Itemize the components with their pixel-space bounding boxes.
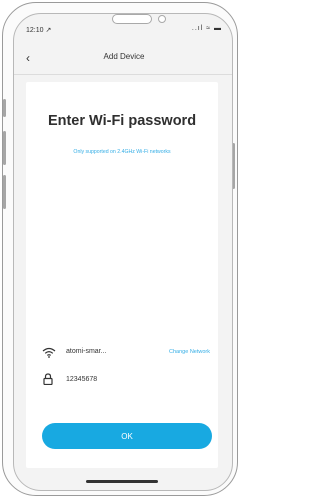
frequency-note: Only supported on 2.4GHz Wi-Fi networks [73,149,171,155]
change-network-link[interactable]: Change Network [169,349,210,355]
navigation-bar: ‹ Add Device [26,50,222,66]
wifi-icon [42,347,56,358]
wifi-network-row: atomi-smar... Change Network [42,346,210,360]
wifi-network-name: atomi-smar... [66,348,107,355]
nav-divider [14,74,232,75]
page-title: Add Device [103,52,145,61]
lock-icon [43,373,53,385]
volume-up-button [3,131,6,165]
volume-down-button [3,175,6,209]
status-icons: ..ıl ≈ ▬ [191,25,222,32]
content-card: Enter Wi-Fi password Only supported on 2… [26,82,218,468]
speaker-grille [112,14,152,24]
status-time: 12:10 ↗ [26,27,52,34]
mute-switch [3,99,6,117]
password-field[interactable] [64,372,210,386]
home-indicator [86,480,158,483]
status-bar: 12:10 ↗ ..ıl ≈ ▬ [26,24,222,38]
password-row [42,372,210,388]
ok-button[interactable]: OK [42,423,212,449]
heading: Enter Wi-Fi password [47,113,197,129]
front-camera [158,15,166,23]
